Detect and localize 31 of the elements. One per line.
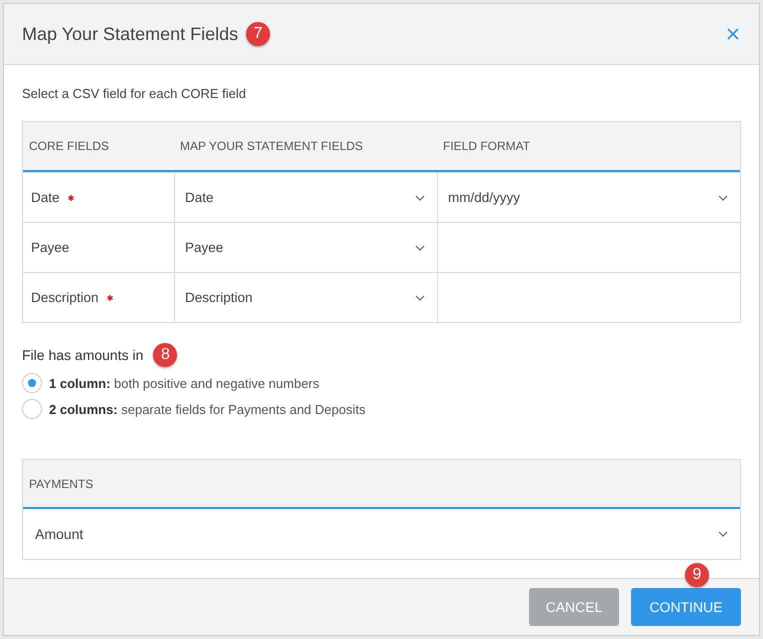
required-icon — [68, 194, 74, 200]
chevron-down-icon — [718, 194, 728, 200]
close-button[interactable] — [725, 26, 741, 42]
dialog-title: Map Your Statement Fields — [22, 24, 238, 44]
radio-button[interactable] — [22, 373, 42, 393]
table-cell: Date — [23, 173, 174, 222]
table-cell-text: Payee — [30, 239, 70, 257]
chevron-down-icon — [415, 244, 425, 250]
column-header: PAYMENTS — [29, 476, 94, 490]
step-badge: 7 — [246, 22, 270, 46]
column-header: MAP YOUR STATEMENT FIELDS — [179, 139, 364, 153]
option-label: 1 column: both positive and negative numbers — [49, 376, 320, 390]
option-label: 2 columns: separate fields for Payments and Deposits — [49, 402, 366, 416]
payments-dropdown[interactable]: Amount — [23, 509, 740, 559]
table-cell: Description — [23, 273, 174, 322]
column-header: FIELD FORMAT — [442, 139, 532, 153]
chevron-down-icon — [415, 294, 425, 300]
chevron-down-icon — [415, 194, 425, 200]
amounts-label: File has amounts in — [22, 347, 144, 363]
required-icon — [106, 294, 113, 300]
close-icon — [727, 28, 739, 40]
step-badge: 9 — [685, 563, 709, 587]
radio-button[interactable] — [22, 399, 42, 419]
format-dropdown[interactable]: mm/dd/yyyy — [437, 173, 740, 222]
mapping-dropdown[interactable]: Date — [174, 173, 437, 222]
chevron-down-icon — [718, 531, 728, 537]
column-header: CORE FIELDS — [28, 139, 110, 153]
instruction-text: Select a CSV field for each CORE field — [22, 86, 246, 101]
mapping-dropdown[interactable]: Payee — [174, 223, 437, 272]
mapping-dropdown[interactable]: Description — [174, 273, 437, 322]
step-badge: 8 — [153, 343, 178, 367]
